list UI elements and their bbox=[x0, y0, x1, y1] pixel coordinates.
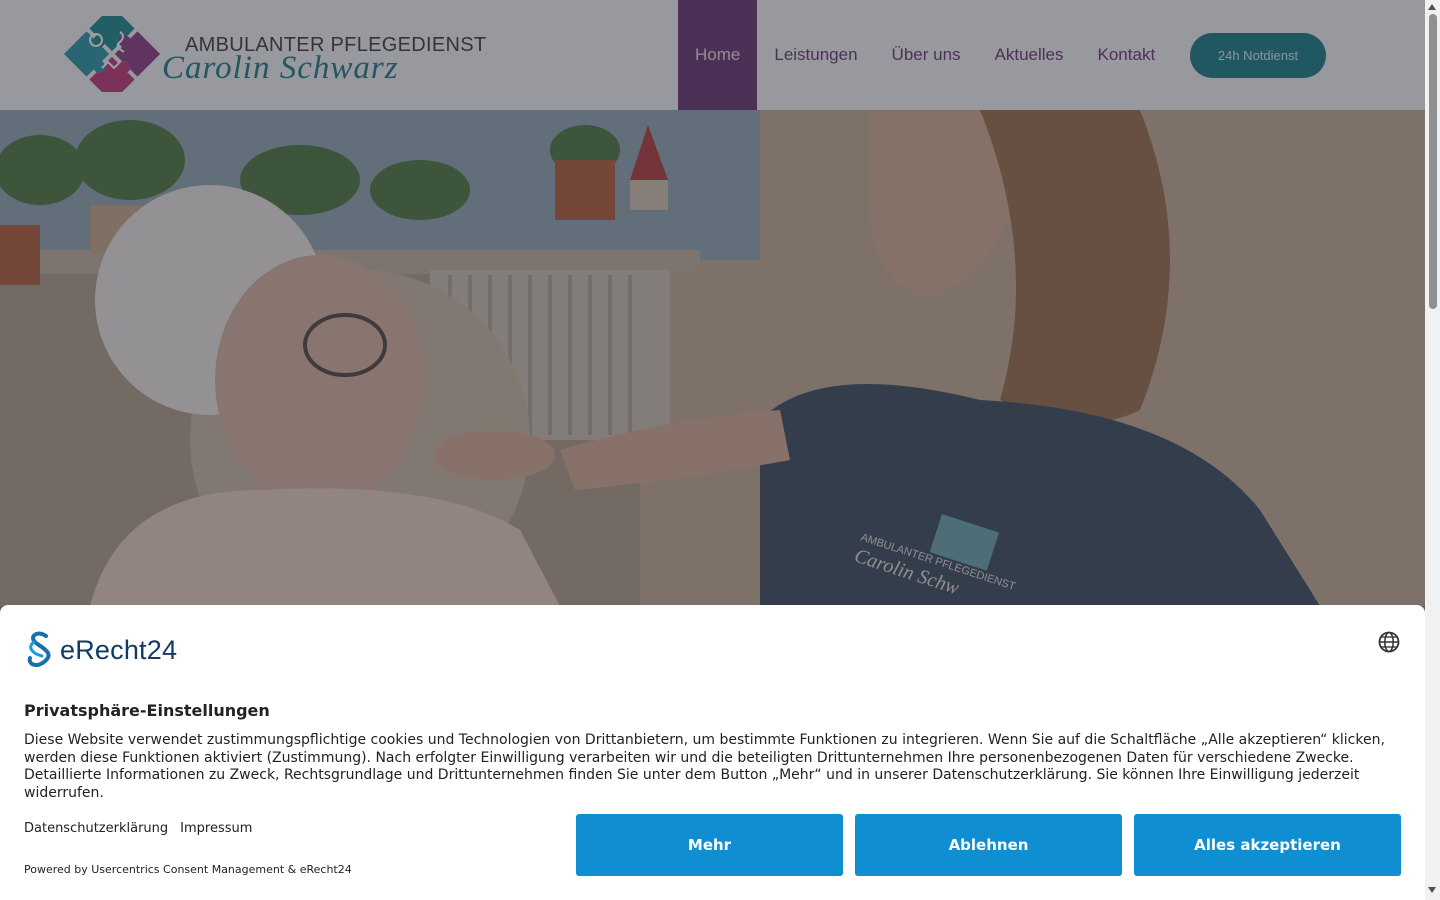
language-globe-icon[interactable] bbox=[1378, 631, 1400, 653]
scroll-up-arrow-icon[interactable] bbox=[1428, 4, 1436, 10]
accept-all-button[interactable]: Alles akzeptieren bbox=[1134, 814, 1401, 876]
nav-home[interactable]: Home bbox=[678, 0, 758, 110]
nav-aktuelles[interactable]: Aktuelles bbox=[978, 0, 1081, 110]
emergency-service-button[interactable]: 24h Notdienst bbox=[1190, 33, 1326, 78]
page: AMBULANTER PFLEGEDIENST Carolin Schwarz … bbox=[0, 0, 1440, 900]
more-button[interactable]: Mehr bbox=[576, 814, 843, 876]
site-header: AMBULANTER PFLEGEDIENST Carolin Schwarz … bbox=[0, 0, 1425, 110]
cookie-consent-banner: eRecht24 Privatsphäre-Einstellungen Dies… bbox=[0, 605, 1425, 900]
powered-by-text: Powered by Usercentrics Consent Manageme… bbox=[24, 863, 352, 876]
hero-photo-illustration: AMBULANTER PFLEGEDIENST Carolin Schw bbox=[0, 110, 1425, 606]
erecht24-logo: eRecht24 bbox=[24, 629, 177, 671]
decline-button[interactable]: Ablehnen bbox=[855, 814, 1122, 876]
page-scrollbar[interactable] bbox=[1425, 0, 1440, 900]
nav-kontakt[interactable]: Kontakt bbox=[1081, 0, 1173, 110]
privacy-policy-link[interactable]: Datenschutzerklärung bbox=[24, 821, 168, 836]
consent-description: Diese Website verwendet zustimmungspflic… bbox=[24, 732, 1385, 802]
consent-title: Privatsphäre-Einstellungen bbox=[24, 701, 270, 720]
consent-links: Datenschutzerklärung Impressum bbox=[24, 821, 252, 836]
section-sign-icon bbox=[27, 631, 51, 667]
site-logo[interactable]: AMBULANTER PFLEGEDIENST Carolin Schwarz bbox=[62, 16, 486, 92]
hero-image: AMBULANTER PFLEGEDIENST Carolin Schw bbox=[0, 110, 1425, 606]
logo-text-line2: Carolin Schwarz bbox=[162, 50, 399, 86]
erecht24-logo-text: eRecht24 bbox=[60, 634, 178, 665]
scrollbar-thumb[interactable] bbox=[1429, 14, 1437, 309]
nav-ueber-uns[interactable]: Über uns bbox=[875, 0, 978, 110]
main-nav: Home Leistungen Über uns Aktuelles Konta… bbox=[678, 0, 1172, 110]
imprint-link[interactable]: Impressum bbox=[180, 821, 252, 836]
nav-leistungen[interactable]: Leistungen bbox=[757, 0, 874, 110]
puzzle-logo-icon bbox=[63, 16, 161, 92]
scroll-down-arrow-icon[interactable] bbox=[1428, 887, 1436, 893]
